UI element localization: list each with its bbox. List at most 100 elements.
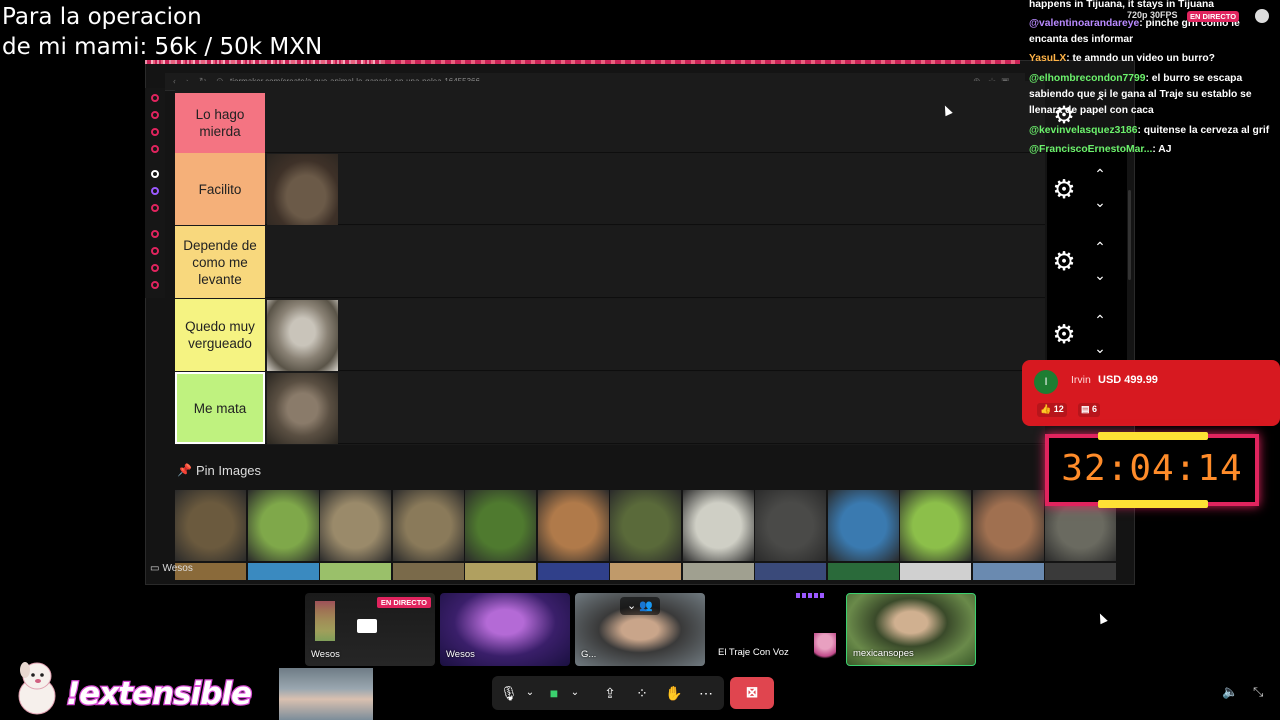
brand-logo-text: !extensible xyxy=(65,675,254,714)
camera-icon[interactable]: ■ xyxy=(544,683,564,703)
pin-image-row2[interactable] xyxy=(1045,563,1116,580)
tier-row[interactable]: Quedo muy vergueado xyxy=(175,299,1045,371)
donkey-image[interactable] xyxy=(267,373,338,444)
gear-icon[interactable]: ⚙ xyxy=(1050,320,1078,348)
chevron-up-icon[interactable]: ⌃ xyxy=(1091,167,1109,181)
minimize-icon[interactable]: ⤡ xyxy=(1253,684,1269,700)
leave-button[interactable]: ⊠ xyxy=(730,677,774,709)
gear-icon[interactable]: ⚙ xyxy=(1050,247,1078,275)
sidebar-icon-5[interactable] xyxy=(151,170,159,178)
comments-button[interactable]: ▤ 6 xyxy=(1078,403,1101,417)
live-badge: EN DIRECTO xyxy=(1187,11,1240,22)
people-icon: 👥 xyxy=(639,600,653,612)
tier-label[interactable]: Depende de como me levante xyxy=(175,226,265,298)
self-camera-preview[interactable] xyxy=(279,668,373,720)
wolf-image[interactable] xyxy=(267,300,338,371)
sheep-image[interactable] xyxy=(682,490,754,561)
participant-tile[interactable]: EN DIRECTO Wesos xyxy=(305,593,435,666)
scrollbar[interactable] xyxy=(1128,190,1131,280)
goat-image[interactable] xyxy=(320,490,391,561)
pin-image-row2[interactable] xyxy=(392,563,464,580)
participant-menu[interactable]: ⌄ 👥 xyxy=(620,597,660,615)
sidebar-icon-8[interactable] xyxy=(151,230,159,238)
chevron-up-icon[interactable]: ⌃ xyxy=(1091,313,1109,327)
participant-tile[interactable]: ⌄ 👥 G... xyxy=(575,593,705,666)
hedgehog-image[interactable] xyxy=(392,490,464,561)
timer-value: 32:04:14 xyxy=(1061,448,1243,489)
volume-icon[interactable]: 🔈 xyxy=(1222,684,1238,700)
tier-label[interactable]: Me mata xyxy=(175,372,265,444)
pin-image-row2[interactable] xyxy=(247,563,319,580)
superchat-name: Irvin xyxy=(1071,374,1091,386)
kangaroo-image[interactable] xyxy=(972,490,1044,561)
tier-label[interactable]: Lo hago mierda xyxy=(175,93,265,153)
pin-image-row2[interactable] xyxy=(972,563,1044,580)
avatar: I xyxy=(1034,370,1058,394)
pin-image-row2[interactable] xyxy=(682,563,754,580)
pin-image-row2[interactable] xyxy=(900,563,971,580)
pin-image-row2[interactable] xyxy=(320,563,391,580)
pin-image-row2[interactable] xyxy=(537,563,609,580)
tier-row[interactable]: Facilito xyxy=(175,153,1045,225)
chat-username[interactable]: @kevinvelasquez3186 xyxy=(1029,125,1138,136)
participant-name: mexicansopes xyxy=(853,648,914,659)
sidebar-icon-6[interactable] xyxy=(151,187,159,195)
guinea-pig-image[interactable] xyxy=(537,490,609,561)
tier-row[interactable]: Depende de como me levante xyxy=(175,226,1045,298)
tier-label[interactable]: Quedo muy vergueado xyxy=(175,299,265,371)
chat-username[interactable]: @valentinoarandareye xyxy=(1029,18,1139,29)
tier-row[interactable]: Lo hago mierda xyxy=(175,81,1045,153)
sidebar-icon-11[interactable] xyxy=(151,281,159,289)
chicken-image[interactable] xyxy=(465,490,536,561)
sidebar-icon-9[interactable] xyxy=(151,247,159,255)
eagle-image[interactable] xyxy=(175,490,246,561)
chat-username[interactable]: YasuLX xyxy=(1029,53,1066,64)
pin-image-row2[interactable] xyxy=(755,563,826,580)
sidebar-icon-7[interactable] xyxy=(151,204,159,212)
participant-name: G... xyxy=(581,649,597,660)
pin-image-row2[interactable] xyxy=(610,563,681,580)
chat-username[interactable]: @elhombrecondon7799 xyxy=(1029,73,1145,84)
tier-label[interactable]: Facilito xyxy=(175,153,265,225)
reactions-icon[interactable]: ✋ xyxy=(664,683,684,703)
comment-icon: ▤ xyxy=(1081,404,1090,414)
sidebar-icon-3[interactable] xyxy=(151,128,159,136)
sidebar-icon-2[interactable] xyxy=(151,111,159,119)
sidebar-icon-10[interactable] xyxy=(151,264,159,272)
microphone-icon[interactable]: 🎙 xyxy=(499,683,519,703)
dolphin-image[interactable] xyxy=(827,490,899,561)
goal-line-1: Para la operacion xyxy=(2,4,202,30)
more-icon[interactable]: ⋯ xyxy=(696,683,716,703)
cow-image[interactable] xyxy=(247,490,319,561)
status-dot xyxy=(1255,9,1269,23)
camera-options-chevron-icon[interactable]: ⌄ xyxy=(565,683,585,703)
pin-image-row2[interactable] xyxy=(827,563,899,580)
tile-thumbnail xyxy=(315,601,335,641)
pin-image-row2[interactable] xyxy=(465,563,536,580)
gorilla-image[interactable] xyxy=(755,490,826,561)
like-button[interactable]: 👍 12 xyxy=(1037,403,1067,417)
participant-tile[interactable]: El Traje Con Voz xyxy=(710,593,840,666)
chevron-up-icon[interactable]: ⌃ xyxy=(1091,240,1109,254)
thumbs-up-icon: 👍 xyxy=(1040,404,1052,414)
participant-tile[interactable]: Wesos xyxy=(440,593,570,666)
platypus-image[interactable] xyxy=(267,154,338,225)
participant-tile[interactable]: mexicansopes xyxy=(846,593,976,666)
apps-icon[interactable]: ⁘ xyxy=(632,683,652,703)
sidebar-icon-1[interactable] xyxy=(151,94,159,102)
chat-message: @valentinoarandareye: pinche grif como l… xyxy=(1029,16,1280,48)
tier-row[interactable]: Me mata xyxy=(175,372,1045,444)
share-screen-icon[interactable]: ⇪ xyxy=(600,683,620,703)
gear-icon[interactable]: ⚙ xyxy=(1050,175,1078,203)
mic-options-chevron-icon[interactable]: ⌄ xyxy=(520,683,540,703)
chat-username[interactable]: @FranciscoErnestoMar... xyxy=(1029,144,1152,155)
resolution-badge: 720p 30FPS xyxy=(1127,10,1178,20)
chevron-down-icon[interactable]: ⌄ xyxy=(1091,268,1109,282)
crocodile-image[interactable] xyxy=(610,490,681,561)
pin-images-title: Pin Images xyxy=(196,463,262,478)
chevron-down-icon[interactable]: ⌄ xyxy=(1091,341,1109,355)
tier-list: Lo hago mierda Facilito Depende de como … xyxy=(175,81,1045,445)
squirrel-image[interactable] xyxy=(900,490,971,561)
chevron-down-icon[interactable]: ⌄ xyxy=(1091,195,1109,209)
sidebar-icon-4[interactable] xyxy=(151,145,159,153)
